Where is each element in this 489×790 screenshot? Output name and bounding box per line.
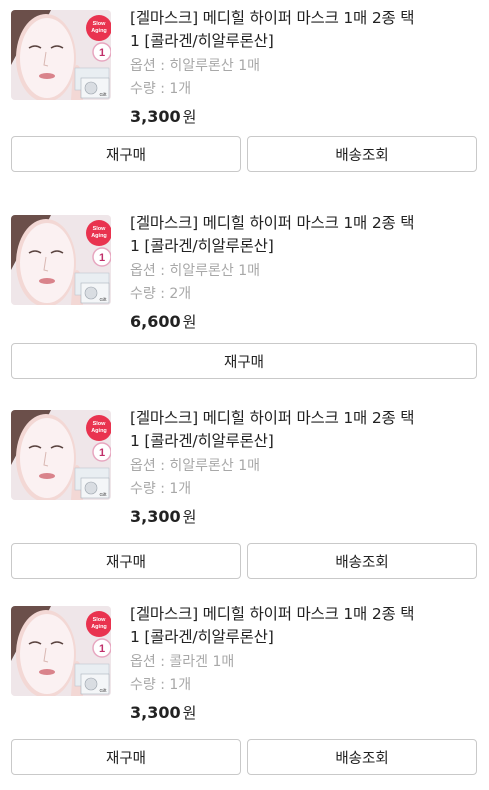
svg-text:Aging: Aging: [91, 624, 107, 630]
svg-text:Gift: Gift: [99, 492, 107, 497]
product-quantity: 수량 : 1개: [130, 481, 192, 497]
price-currency: 원: [182, 313, 197, 331]
product-quantity: 수량 : 1개: [130, 81, 192, 97]
product-thumbnail[interactable]: Slow Aging 1 Gift: [11, 10, 111, 100]
svg-text:Aging: Aging: [91, 428, 107, 434]
svg-text:Gift: Gift: [99, 688, 107, 693]
product-thumbnail[interactable]: Slow Aging 1 Gift: [11, 410, 111, 500]
reorder-button[interactable]: 재구매: [11, 136, 241, 172]
product-info: [겔마스크] 메디힐 하이퍼 마스크 1매 2종 택 1 [콜라겐/히알루론산]…: [130, 212, 470, 333]
product-info: [겔마스크] 메디힐 하이퍼 마스크 1매 2종 택 1 [콜라겐/히알루론산]…: [130, 407, 470, 528]
mask-product-image: SlowAging 1 Gift: [11, 606, 111, 696]
product-price: 3,300 원: [130, 506, 470, 528]
svg-text:1: 1: [99, 252, 105, 264]
mask-product-image: SlowAging 1 Gift: [11, 215, 111, 305]
product-info: [겔마스크] 메디힐 하이퍼 마스크 1매 2종 택 1 [콜라겐/히알루론산]…: [130, 7, 470, 128]
product-title[interactable]: [겔마스크] 메디힐 하이퍼 마스크 1매 2종 택 1 [콜라겐/히알루론산]: [130, 212, 470, 258]
product-title[interactable]: [겔마스크] 메디힐 하이퍼 마스크 1매 2종 택 1 [콜라겐/히알루론산]: [130, 407, 470, 453]
svg-text:1: 1: [99, 643, 105, 655]
product-thumbnail[interactable]: Slow Aging 1 Gift: [11, 606, 111, 696]
product-title-line2: 1 [콜라겐/히알루론산]: [130, 237, 274, 255]
price-value: 3,300: [130, 703, 181, 722]
product-option: 옵션 : 콜라겐 1매: [130, 654, 235, 670]
reorder-button[interactable]: 재구매: [11, 739, 241, 775]
product-option: 옵션 : 히알루론산 1매: [130, 58, 261, 74]
delivery-tracking-button[interactable]: 배송조회: [247, 136, 477, 172]
product-title-line1: [겔마스크] 메디힐 하이퍼 마스크 1매 2종 택: [130, 214, 415, 232]
product-title[interactable]: [겔마스크] 메디힐 하이퍼 마스크 1매 2종 택 1 [콜라겐/히알루론산]: [130, 7, 470, 53]
product-price: 3,300 원: [130, 702, 470, 724]
product-quantity: 수량 : 1개: [130, 677, 192, 693]
svg-text:Slow: Slow: [93, 617, 107, 623]
svg-text:Aging: Aging: [91, 28, 107, 34]
product-title-line1: [겔마스크] 메디힐 하이퍼 마스크 1매 2종 택: [130, 409, 415, 427]
product-title-line1: [겔마스크] 메디힐 하이퍼 마스크 1매 2종 택: [130, 9, 415, 27]
svg-text:Slow: Slow: [93, 226, 107, 232]
svg-text:Gift: Gift: [99, 297, 107, 302]
reorder-button[interactable]: 재구매: [11, 543, 241, 579]
svg-text:1: 1: [99, 447, 105, 459]
product-title-line1: [겔마스크] 메디힐 하이퍼 마스크 1매 2종 택: [130, 605, 415, 623]
svg-text:Gift: Gift: [99, 92, 107, 97]
price-value: 3,300: [130, 507, 181, 526]
price-value: 3,300: [130, 107, 181, 126]
product-price: 3,300 원: [130, 106, 470, 128]
svg-text:Slow: Slow: [93, 21, 107, 27]
price-currency: 원: [182, 508, 197, 526]
product-title[interactable]: [겔마스크] 메디힐 하이퍼 마스크 1매 2종 택 1 [콜라겐/히알루론산]: [130, 603, 470, 649]
mask-product-image: SlowAging 1 Gift: [11, 10, 111, 100]
price-currency: 원: [182, 108, 197, 126]
mask-product-image: SlowAging 1 Gift: [11, 410, 111, 500]
delivery-tracking-button[interactable]: 배송조회: [247, 543, 477, 579]
reorder-button[interactable]: 재구매: [11, 343, 477, 379]
product-quantity: 수량 : 2개: [130, 286, 192, 302]
delivery-tracking-button[interactable]: 배송조회: [247, 739, 477, 775]
svg-text:Aging: Aging: [91, 233, 107, 239]
product-option: 옵션 : 히알루론산 1매: [130, 458, 261, 474]
price-value: 6,600: [130, 312, 181, 331]
product-title-line2: 1 [콜라겐/히알루론산]: [130, 628, 274, 646]
product-option: 옵션 : 히알루론산 1매: [130, 263, 261, 279]
product-thumbnail[interactable]: Slow Aging 1 Gift: [11, 215, 111, 305]
product-price: 6,600 원: [130, 311, 470, 333]
product-title-line2: 1 [콜라겐/히알루론산]: [130, 432, 274, 450]
price-currency: 원: [182, 704, 197, 722]
product-info: [겔마스크] 메디힐 하이퍼 마스크 1매 2종 택 1 [콜라겐/히알루론산]…: [130, 603, 470, 724]
svg-text:1: 1: [99, 47, 105, 59]
svg-text:Slow: Slow: [93, 421, 107, 427]
product-title-line2: 1 [콜라겐/히알루론산]: [130, 32, 274, 50]
